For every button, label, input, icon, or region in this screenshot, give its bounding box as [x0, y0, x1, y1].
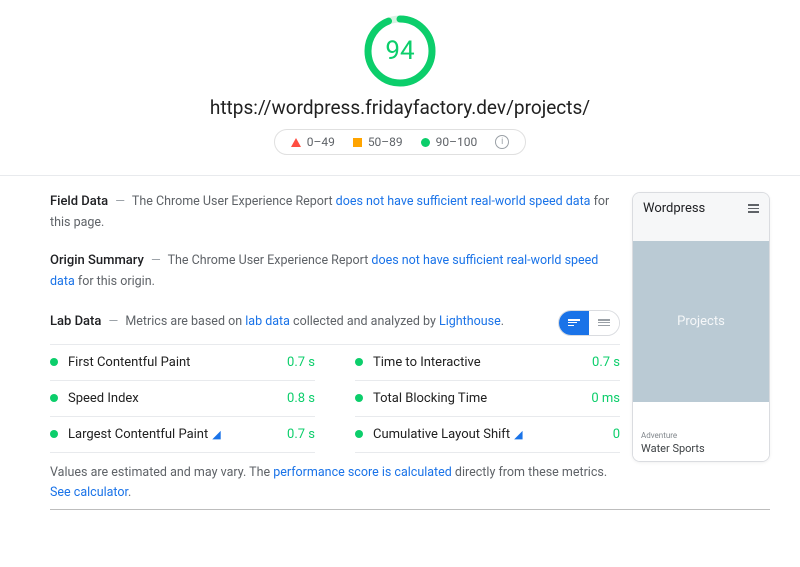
- footnote-mid: directly from these metrics.: [452, 465, 607, 480]
- status-dot-icon: [355, 394, 363, 402]
- metric-row[interactable]: Time to Interactive0.7 s: [355, 345, 620, 381]
- hamburger-icon: [748, 204, 759, 213]
- origin-title: Origin Summary: [50, 253, 144, 268]
- origin-summary-section: Origin Summary — The Chrome User Experie…: [50, 251, 620, 292]
- origin-post: for this origin.: [75, 274, 155, 289]
- status-dot-icon: [50, 430, 58, 438]
- toggle-collapsed-button[interactable]: [589, 311, 619, 335]
- lab-data-title-row: Lab Data — Metrics are based on lab data…: [50, 312, 504, 333]
- metric-value: 0: [613, 427, 620, 442]
- page-thumbnail: Wordpress Projects Adventure Water Sport…: [632, 192, 770, 462]
- lab-link-lighthouse[interactable]: Lighthouse: [439, 314, 501, 329]
- field-data-section: Field Data — The Chrome User Experience …: [50, 192, 620, 233]
- footnote-link-calc[interactable]: performance score is calculated: [273, 465, 452, 480]
- thumb-header: Wordpress: [633, 193, 769, 224]
- metric-name: Speed Index: [68, 391, 287, 406]
- legend-good: 90–100: [421, 135, 478, 149]
- metric-row[interactable]: First Contentful Paint0.7 s: [50, 345, 315, 381]
- toggle-expanded-button[interactable]: [559, 311, 589, 335]
- legend-poor-label: 0–49: [307, 135, 335, 149]
- status-dot-icon: [355, 430, 363, 438]
- dash: —: [151, 253, 161, 268]
- metric-row[interactable]: Speed Index0.8 s: [50, 381, 315, 417]
- field-data-pre: The Chrome User Experience Report: [132, 194, 336, 209]
- metric-name: First Contentful Paint: [68, 355, 287, 370]
- bars-icon: [598, 318, 610, 328]
- legend-good-label: 90–100: [436, 135, 478, 149]
- score-value: 94: [361, 12, 439, 90]
- thumb-tag: Adventure: [641, 431, 761, 440]
- metric-row[interactable]: Largest Contentful Paint◢0.7 s: [50, 417, 315, 453]
- page-url: https://wordpress.fridayfactory.dev/proj…: [0, 96, 800, 119]
- metric-name: Time to Interactive: [373, 355, 592, 370]
- legend-poor: 0–49: [291, 135, 335, 149]
- lab-mid: collected and analyzed by: [290, 314, 439, 329]
- lab-link-data[interactable]: lab data: [245, 314, 290, 329]
- metric-value: 0.7 s: [287, 355, 315, 370]
- thumb-title: Wordpress: [643, 201, 705, 216]
- footnote-pre: Values are estimated and may vary. The: [50, 465, 273, 480]
- flag-icon: ◢: [212, 428, 220, 441]
- metric-row[interactable]: Total Blocking Time0 ms: [355, 381, 620, 417]
- thumb-hero-text: Projects: [633, 314, 769, 329]
- metric-name: Total Blocking Time: [373, 391, 591, 406]
- thumb-item: Water Sports: [641, 442, 761, 455]
- origin-pre: The Chrome User Experience Report: [168, 253, 372, 268]
- lab-post: .: [501, 314, 504, 329]
- flag-icon: ◢: [514, 428, 522, 441]
- lab-title: Lab Data: [50, 314, 101, 329]
- square-icon: [353, 138, 362, 147]
- info-icon[interactable]: i: [495, 135, 509, 149]
- metrics-footnote: Values are estimated and may vary. The p…: [50, 463, 620, 503]
- legend-average: 50–89: [353, 135, 403, 149]
- legend-avg-label: 50–89: [368, 135, 403, 149]
- metric-row[interactable]: Cumulative Layout Shift◢0: [355, 417, 620, 453]
- field-data-title: Field Data: [50, 194, 108, 209]
- view-toggle: [558, 310, 620, 336]
- left-column: Field Data — The Chrome User Experience …: [50, 192, 620, 503]
- metric-value: 0.7 s: [287, 427, 315, 442]
- circle-icon: [421, 138, 430, 147]
- bottom-divider: [50, 509, 770, 510]
- lab-pre: Metrics are based on: [125, 314, 245, 329]
- metric-value: 0.8 s: [287, 391, 315, 406]
- triangle-icon: [291, 138, 301, 147]
- score-gauge: 94: [361, 12, 439, 90]
- metric-value: 0 ms: [591, 391, 620, 406]
- metric-value: 0.7 s: [592, 355, 620, 370]
- bars-desc-icon: [568, 318, 580, 328]
- field-data-link[interactable]: does not have sufficient real-world spee…: [336, 194, 591, 209]
- status-dot-icon: [50, 358, 58, 366]
- dash: —: [115, 194, 125, 209]
- thumb-footer: Adventure Water Sports: [633, 425, 769, 461]
- status-dot-icon: [355, 358, 363, 366]
- footnote-link-see[interactable]: See calculator: [50, 485, 128, 500]
- dash: —: [109, 314, 119, 329]
- metric-name: Cumulative Layout Shift◢: [373, 427, 613, 442]
- status-dot-icon: [50, 394, 58, 402]
- metric-name: Largest Contentful Paint◢: [68, 427, 287, 442]
- report-body: Field Data — The Chrome User Experience …: [0, 176, 800, 503]
- footnote-dot: .: [128, 485, 131, 500]
- lab-data-header: Lab Data — Metrics are based on lab data…: [50, 310, 620, 336]
- metrics-grid: First Contentful Paint0.7 sTime to Inter…: [50, 344, 620, 453]
- score-legend: 0–49 50–89 90–100 i: [274, 129, 527, 155]
- report-header: 94 https://wordpress.fridayfactory.dev/p…: [0, 0, 800, 165]
